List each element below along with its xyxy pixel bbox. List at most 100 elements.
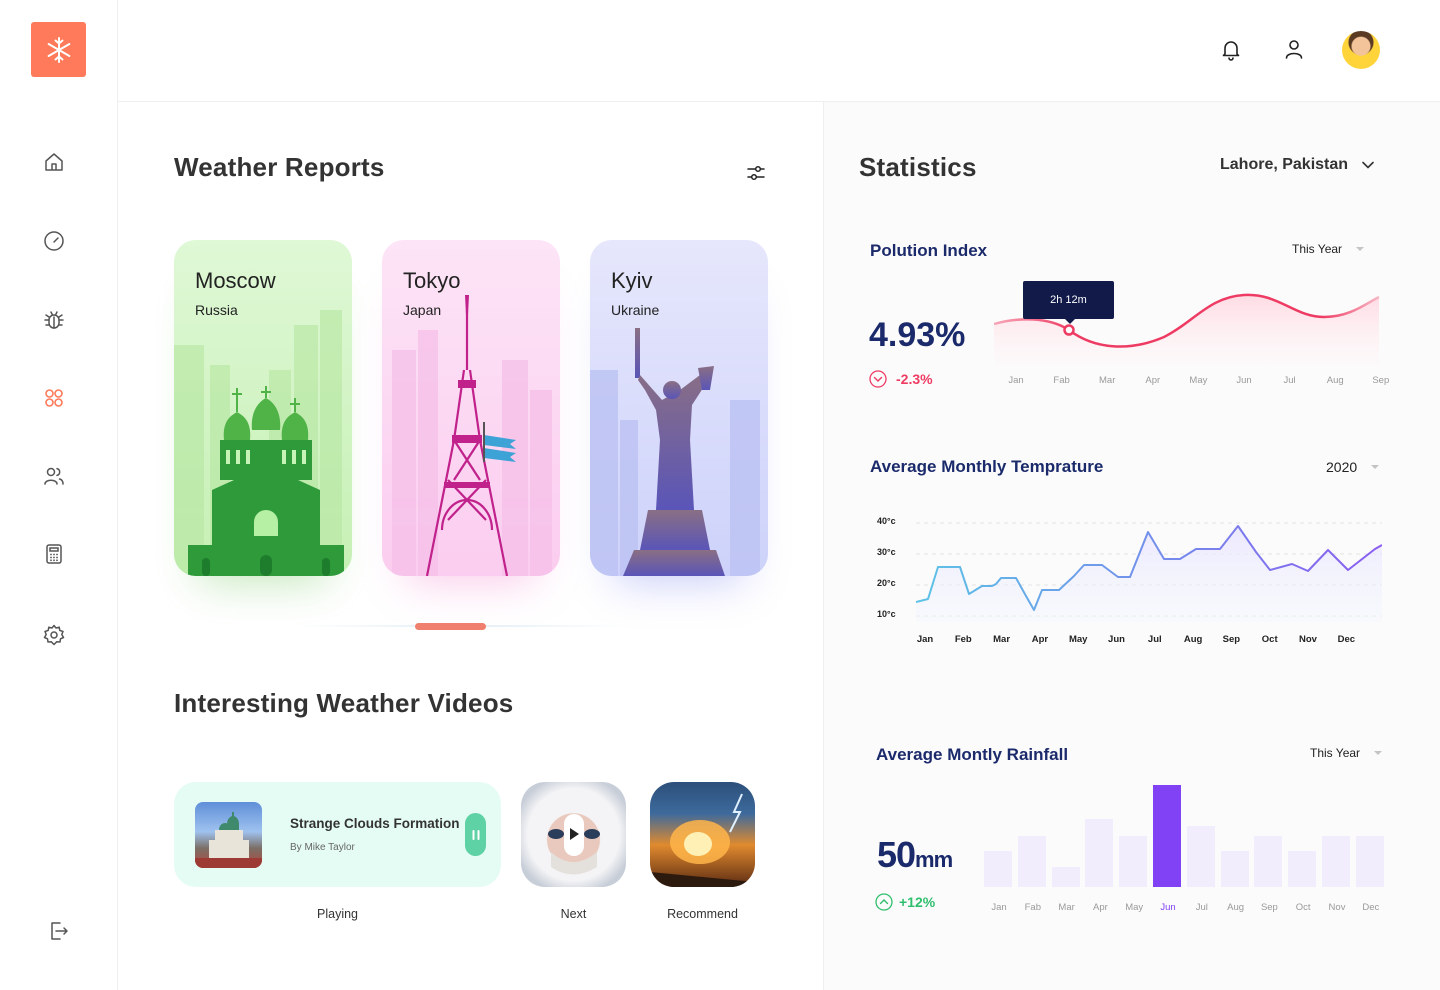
sidebar — [0, 0, 118, 990]
rainfall-bar[interactable] — [1153, 785, 1181, 887]
city-card-kyiv[interactable]: Kyiv Ukraine — [590, 240, 768, 576]
month-label: Apr — [1145, 375, 1161, 386]
next-video-thumbnail[interactable] — [521, 782, 626, 887]
nav-calculator[interactable] — [40, 540, 68, 568]
rainfall-bar[interactable] — [1288, 851, 1317, 887]
month-label: Apr — [1092, 902, 1108, 913]
carousel-indicator[interactable] — [415, 623, 486, 630]
month-label: Jan — [991, 902, 1007, 913]
rainfall-bar[interactable] — [1186, 826, 1215, 887]
tooltip-arrow — [1064, 318, 1076, 324]
month-label: Sep — [1372, 375, 1390, 386]
main-content: Weather Reports Moscow Russia Tokyo Japa… — [118, 102, 823, 990]
nav-users[interactable] — [40, 462, 68, 490]
pollution-change: -2.3% — [869, 370, 933, 388]
temperature-year-select[interactable]: 2020 — [1326, 459, 1380, 475]
app-logo[interactable] — [31, 22, 86, 77]
rainfall-period-select[interactable]: This Year — [1310, 746, 1383, 760]
nav-bugs[interactable] — [40, 306, 68, 334]
month-label: Fab — [1024, 902, 1041, 913]
recommend-video-thumbnail[interactable] — [650, 782, 755, 887]
filter-button[interactable] — [745, 162, 767, 184]
home-icon — [45, 153, 63, 171]
nav-home[interactable] — [40, 148, 68, 176]
calculator-icon — [46, 544, 62, 564]
next-label: Next — [560, 907, 587, 921]
month-label: Jun — [1236, 375, 1252, 386]
top-bar — [118, 0, 1440, 102]
rainfall-bar[interactable] — [984, 851, 1012, 887]
month-label: May — [1189, 375, 1208, 386]
nav-apps[interactable] — [40, 384, 68, 412]
trend-down-icon — [869, 370, 887, 388]
pause-button[interactable] — [465, 813, 486, 856]
weather-reports-title: Weather Reports — [174, 152, 385, 182]
month-label: Aug — [1326, 375, 1344, 386]
rainfall-change: +12% — [875, 893, 935, 911]
month-label: Jan — [1008, 375, 1024, 386]
pollution-title: Polution Index — [870, 241, 988, 260]
frozen-face-image — [548, 814, 600, 875]
location-select[interactable]: Lahore, Pakistan — [1220, 156, 1374, 174]
month-label: Jun — [1160, 902, 1176, 913]
pollution-change-value: -2.3% — [896, 371, 933, 387]
grid-icon — [45, 389, 63, 407]
month-label: Fab — [1053, 375, 1070, 386]
rainfall-bar[interactable] — [1085, 819, 1114, 887]
profile-button[interactable] — [1281, 36, 1307, 62]
logout-icon — [51, 922, 68, 940]
city-card-tokyo[interactable]: Tokyo Japan — [382, 240, 560, 576]
location-value: Lahore, Pakistan — [1220, 156, 1349, 173]
month-label: Nov — [1299, 634, 1317, 645]
month-label: Apr — [1031, 634, 1049, 645]
rainfall-bar[interactable] — [1119, 836, 1148, 887]
chevron-down-icon — [1362, 161, 1374, 169]
month-label: Sep — [1222, 634, 1241, 645]
pollution-period-value: This Year — [1292, 242, 1343, 256]
city-card-moscow[interactable]: Moscow Russia — [174, 240, 352, 576]
users-icon — [44, 467, 64, 485]
month-label: Aug — [1227, 902, 1245, 913]
recommend-label: Recommend — [667, 907, 738, 921]
temperature-month-axis: Jan Feb Mar Apr May Jun Jul Aug Sep Oct Nov Dec — [910, 634, 1355, 648]
rainfall-unit: mm — [915, 847, 953, 872]
rainfall-bar[interactable] — [1355, 836, 1384, 887]
pollution-period-select[interactable]: This Year — [1292, 242, 1365, 256]
nav-dashboard[interactable] — [40, 227, 68, 255]
month-label: Sep — [1260, 902, 1278, 913]
pollution-marker[interactable] — [1063, 324, 1075, 336]
month-label: Oct — [1261, 634, 1278, 645]
temperature-area — [916, 526, 1382, 622]
nav-settings[interactable] — [40, 621, 68, 649]
now-playing-title: Strange Clouds Formation — [290, 816, 460, 831]
rainfall-change-value: +12% — [899, 894, 936, 910]
month-label: Nov — [1328, 902, 1346, 913]
notifications-button[interactable] — [1218, 36, 1244, 62]
month-label: May — [1125, 902, 1144, 913]
rainfall-bar[interactable] — [1051, 867, 1080, 887]
now-playing-card[interactable]: Strange Clouds Formation By Mike Taylor — [174, 782, 501, 887]
snowflake-icon — [47, 36, 70, 63]
rainfall-period-value: This Year — [1310, 746, 1361, 760]
temperature-year-value: 2020 — [1326, 459, 1358, 475]
bell-icon — [1222, 41, 1240, 61]
month-label: Feb — [954, 634, 972, 645]
rainfall-chart — [984, 785, 1389, 887]
month-label: Mar — [1099, 375, 1116, 386]
user-avatar[interactable] — [1342, 31, 1380, 69]
sliders-icon — [747, 165, 765, 181]
y-tick-label: 20°c — [877, 578, 896, 588]
videos-title: Interesting Weather Videos — [174, 688, 514, 718]
card-city: Tokyo — [403, 268, 461, 293]
rainfall-bar[interactable] — [1254, 836, 1283, 887]
month-label: Jan — [916, 634, 934, 645]
y-tick-label: 30°c — [877, 547, 896, 557]
card-country: Japan — [403, 302, 442, 318]
rainfall-bar[interactable] — [1322, 836, 1350, 887]
pollution-month-axis: Jan Fab Mar Apr May Jun Jul Aug Sep — [1001, 375, 1389, 389]
logout-button[interactable] — [44, 917, 72, 945]
rainfall-bar[interactable] — [1017, 836, 1046, 887]
now-playing-thumbnail — [195, 802, 262, 868]
month-label: Dec — [1362, 902, 1380, 913]
rainfall-bar[interactable] — [1220, 851, 1249, 887]
